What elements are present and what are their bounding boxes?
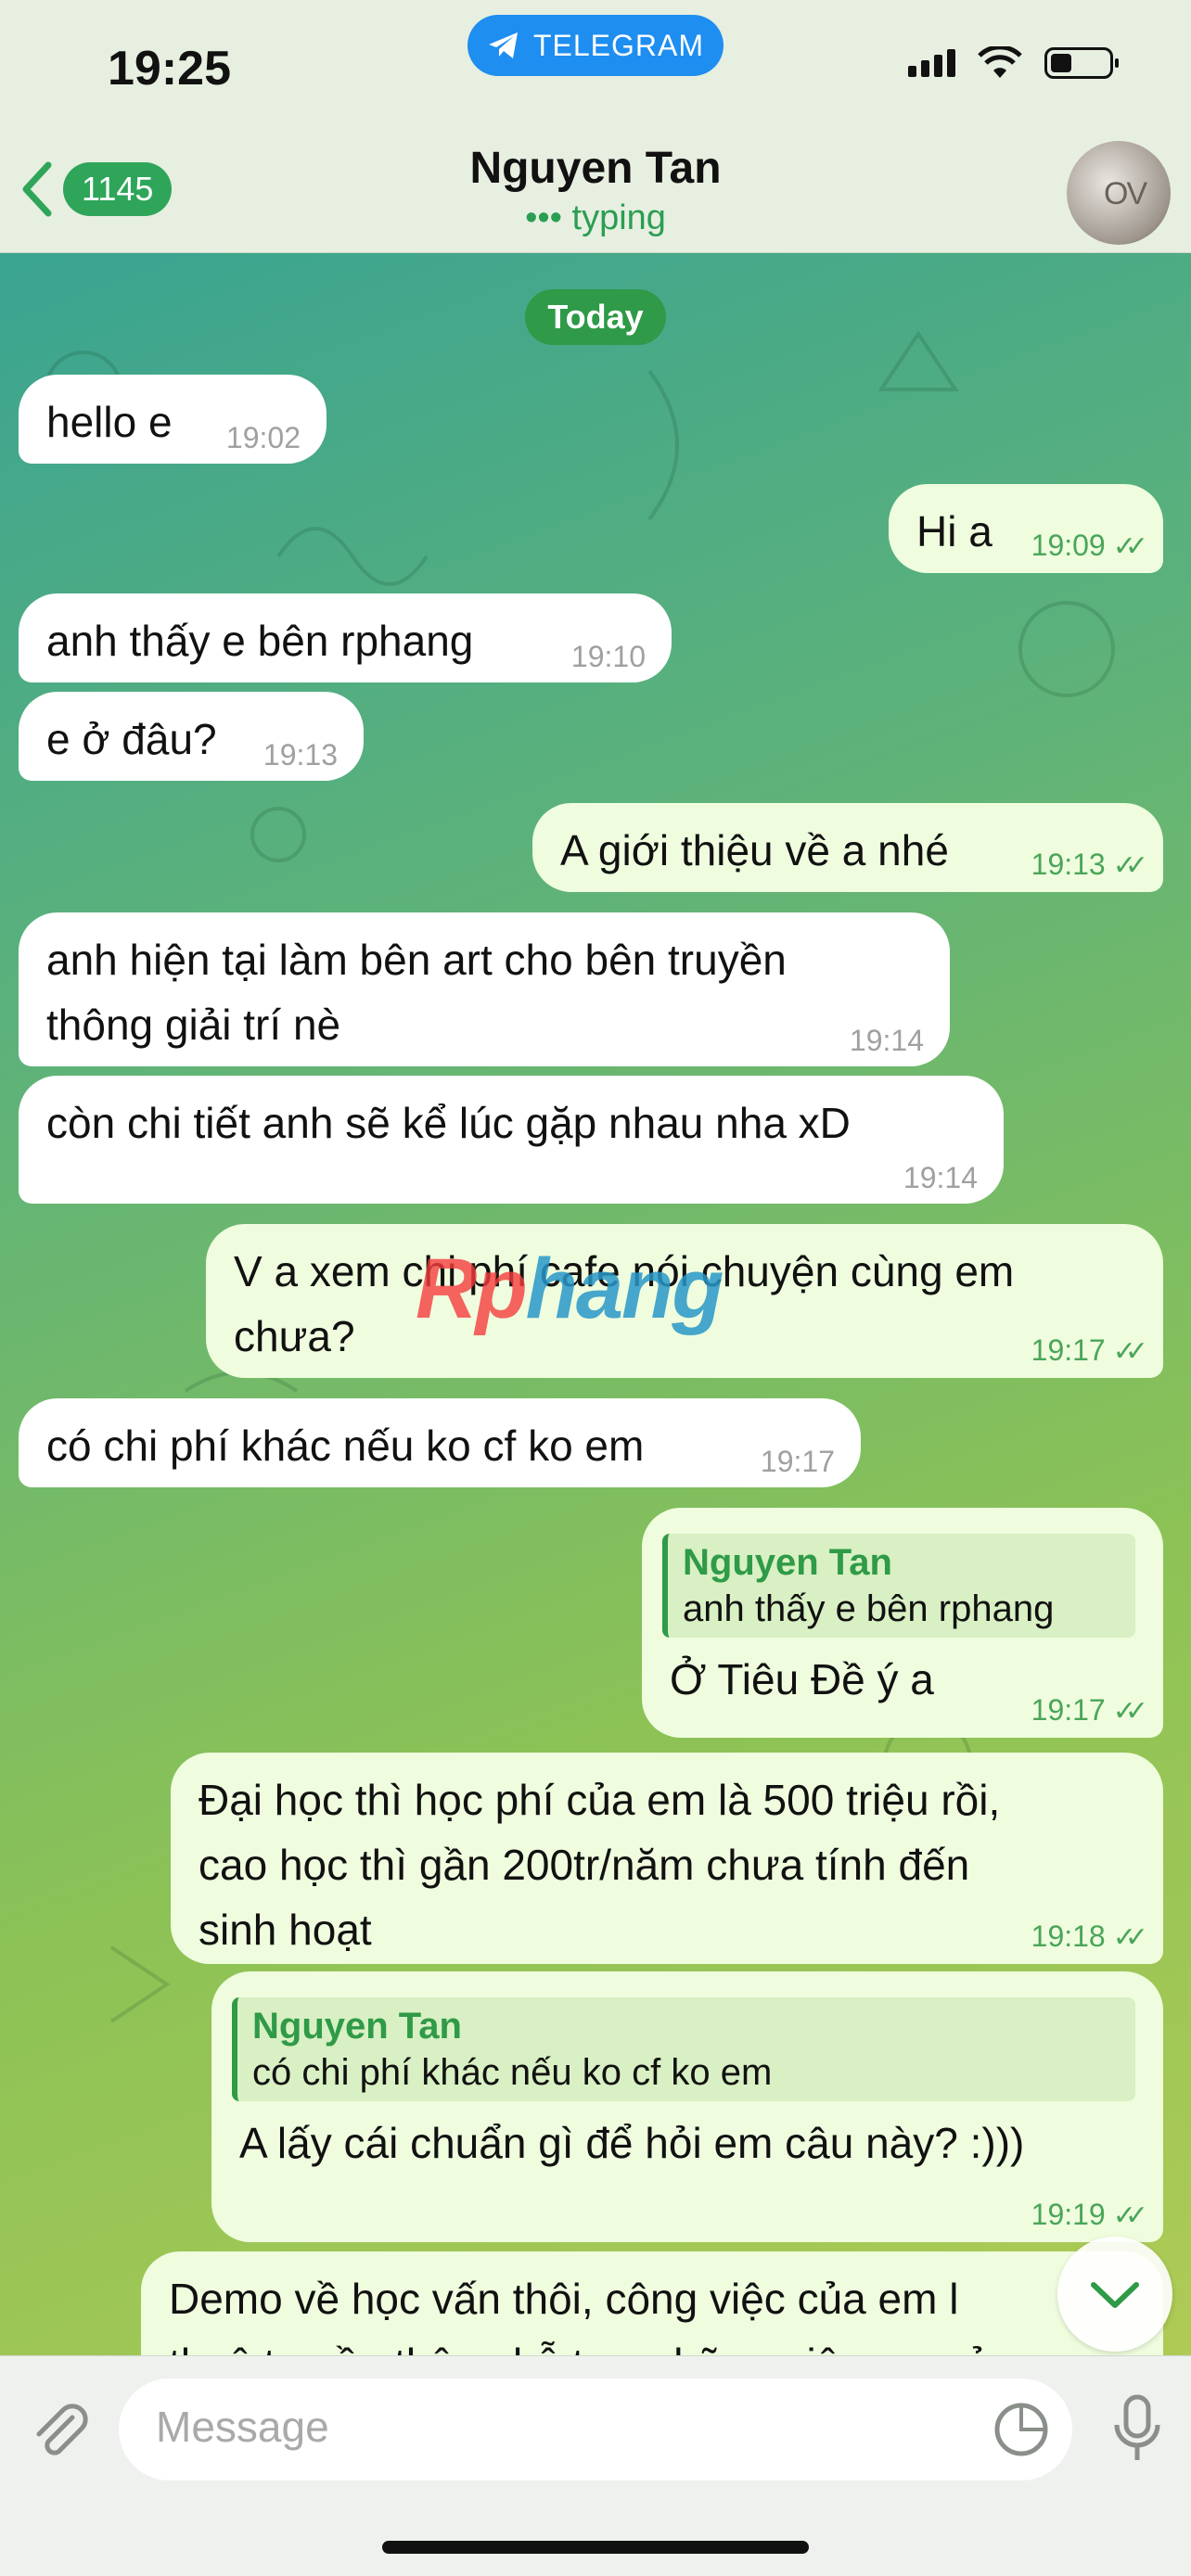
message-bubble-incoming[interactable]: e ở đâu? 19:13 (19, 692, 364, 781)
reply-snippet: có chi phí khác nếu ko cf ko em (252, 2052, 773, 2093)
message-bubble-incoming[interactable]: anh hiện tại làm bên art cho bên truyền … (19, 912, 950, 1066)
chat-title[interactable]: Nguyen Tan (0, 143, 1191, 194)
message-time: 19:17 (760, 1445, 835, 1478)
message-time: 19:18 ✓✓ (1031, 1919, 1148, 1953)
date-separator: Today (525, 289, 666, 345)
system-status-icons (908, 46, 1119, 80)
message-bubble-outgoing[interactable]: Đại học thì học phí của em là 500 triệu … (171, 1753, 1163, 1964)
message-bubble-incoming[interactable]: còn chi tiết anh sẽ kể lúc gặp nhau nha … (19, 1076, 1004, 1204)
app-badge-label: TELEGRAM (532, 28, 705, 62)
message-text: sinh hoạt (198, 1906, 372, 1954)
chat-status: ••• typing (525, 198, 666, 237)
voice-record-button[interactable] (1111, 2393, 1163, 2468)
message-time: 19:14 (849, 1024, 924, 1057)
message-text: anh hiện tại làm bên art cho bên truyền (46, 936, 787, 984)
message-bubble-outgoing-reply[interactable]: Nguyen Tan có chi phí khác nếu ko cf ko … (211, 1971, 1163, 2242)
message-time: 19:17 ✓✓ (1031, 1333, 1148, 1367)
message-bubble-incoming[interactable]: có chi phí khác nếu ko cf ko em 19:17 (19, 1398, 861, 1487)
reply-snippet: anh thấy e bên rphang (683, 1588, 1055, 1629)
read-checkmarks-icon: ✓✓ (1112, 1922, 1148, 1953)
home-indicator (382, 2541, 809, 2554)
read-checkmarks-icon: ✓✓ (1112, 1696, 1148, 1727)
signal-icon (908, 49, 955, 77)
microphone-icon (1114, 2394, 1160, 2460)
message-bubble-outgoing[interactable]: A giới thiệu về a nhé 19:13 ✓✓ (532, 803, 1163, 892)
message-time: 19:02 (225, 421, 301, 454)
message-text: còn chi tiết anh sẽ kể lúc gặp nhau nha … (46, 1099, 851, 1147)
message-text: có chi phí khác nếu ko cf ko em (46, 1422, 645, 1470)
attach-button[interactable] (26, 2397, 93, 2468)
message-time: 19:14 (903, 1161, 978, 1194)
message-time: 19:09 ✓✓ (1031, 529, 1148, 562)
read-checkmarks-icon: ✓✓ (1112, 2200, 1148, 2231)
wifi-icon (978, 46, 1022, 78)
message-bubble-incoming[interactable]: hello e 19:02 (19, 375, 327, 464)
quoted-reply[interactable]: Nguyen Tan có chi phí khác nếu ko cf ko … (232, 1997, 1135, 2101)
message-bubble-incoming[interactable]: anh thấy e bên rphang 19:10 (19, 593, 672, 682)
reply-author: Nguyen Tan (683, 1542, 892, 1583)
sticker-button[interactable] (991, 2399, 1052, 2465)
sticker-icon (994, 2403, 1048, 2456)
message-time: 19:10 (570, 640, 646, 673)
message-bubble-outgoing[interactable]: Hi a 19:09 ✓✓ (889, 484, 1163, 573)
reply-author: Nguyen Tan (252, 2006, 462, 2047)
message-text: A lấy cái chuẩn gì để hỏi em câu này? :)… (239, 2119, 1025, 2167)
read-checkmarks-icon: ✓✓ (1112, 1336, 1148, 1367)
telegram-icon (488, 32, 518, 58)
quoted-reply[interactable]: Nguyen Tan anh thấy e bên rphang (662, 1534, 1135, 1638)
message-text: Đại học thì học phí của em là 500 triệu … (198, 1776, 1001, 1824)
message-time: 19:13 (263, 738, 338, 772)
message-input-container[interactable] (119, 2378, 1072, 2480)
message-bubble-outgoing-reply[interactable]: Nguyen Tan anh thấy e bên rphang Ở Tiêu … (642, 1508, 1163, 1738)
message-time: 19:13 ✓✓ (1031, 848, 1148, 881)
message-time: 19:17 ✓✓ (1031, 1693, 1148, 1727)
message-input[interactable] (154, 2401, 955, 2453)
scroll-to-bottom-button[interactable] (1057, 2237, 1172, 2352)
paperclip-icon (36, 2404, 88, 2455)
telegram-app-badge[interactable]: TELEGRAM (467, 15, 724, 76)
message-time: 19:19 ✓✓ (1031, 2198, 1148, 2231)
status-time: 19:25 (108, 42, 231, 96)
read-checkmarks-icon: ✓✓ (1112, 531, 1148, 562)
message-text: thông giải trí nè (46, 1001, 341, 1049)
battery-icon (1044, 47, 1119, 79)
chevron-down-icon (1091, 2282, 1139, 2308)
header-bar: 19:25 TELEGRAM 1145 Nguyen Tan ••• typin… (0, 0, 1191, 253)
message-text: cao học thì gần 200tr/năm chưa tính đến (198, 1841, 970, 1889)
avatar[interactable]: OV (1067, 141, 1171, 245)
rphang-watermark: Rphang (416, 1242, 724, 1336)
chat-screen: 19:25 TELEGRAM 1145 Nguyen Tan ••• typin… (0, 0, 1191, 2576)
message-text: Demo về học vấn thôi, công việc của em l (169, 2275, 959, 2323)
read-checkmarks-icon: ✓✓ (1112, 850, 1148, 881)
message-text: anh thấy e bên rphang (46, 617, 474, 665)
